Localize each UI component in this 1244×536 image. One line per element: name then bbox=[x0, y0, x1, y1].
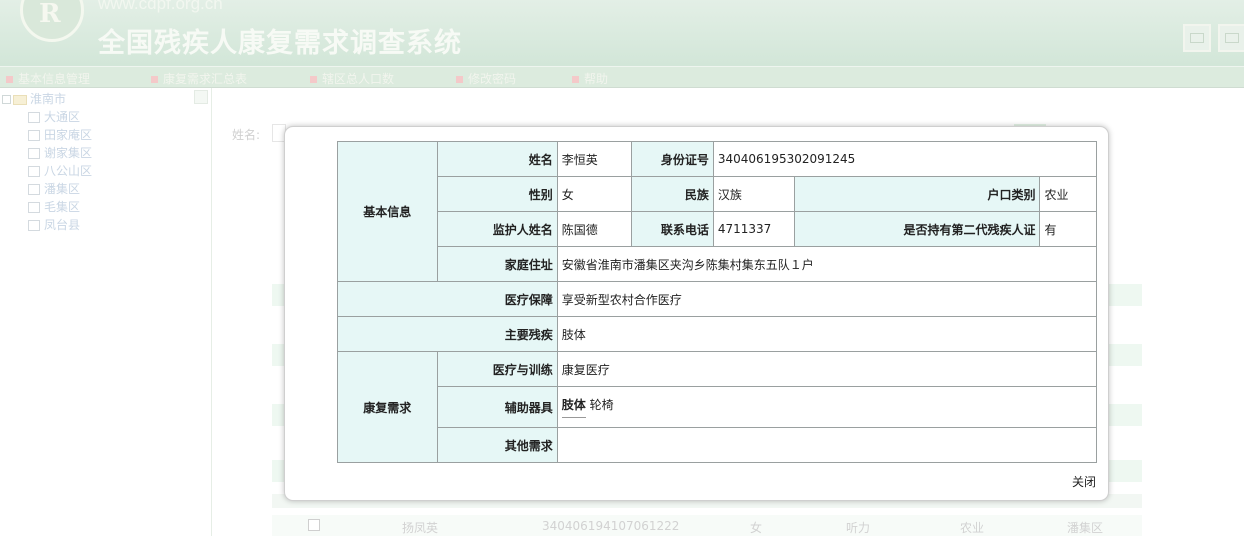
cdpf-logo: R bbox=[20, 0, 84, 42]
hukou-label: 户口类别 bbox=[793, 176, 1041, 212]
name-value: 李恒英 bbox=[556, 141, 632, 177]
device-label: 辅助器具 bbox=[436, 386, 558, 428]
bullet-icon bbox=[310, 76, 317, 83]
cell-district: 潘集区 bbox=[1067, 521, 1104, 535]
cell-name: 扬凤英 bbox=[402, 521, 439, 535]
tree-item[interactable]: 田家庵区 bbox=[28, 126, 92, 143]
bullet-icon bbox=[572, 76, 579, 83]
nav-change-password[interactable]: 修改密码 bbox=[456, 70, 516, 87]
expand-icon[interactable] bbox=[2, 95, 11, 104]
tree-item[interactable]: 凤台县 bbox=[28, 216, 80, 233]
treatment-value: 康复医疗 bbox=[556, 351, 1098, 387]
phone-label: 联系电话 bbox=[630, 211, 714, 247]
ethnic-value: 汉族 bbox=[712, 176, 796, 212]
cell-id: 340406194107061222 bbox=[542, 519, 680, 533]
page-icon bbox=[28, 184, 40, 195]
bullet-icon bbox=[151, 76, 158, 83]
cert-value: 有 bbox=[1039, 211, 1097, 247]
page-icon bbox=[28, 112, 40, 123]
region-tree: 淮南市 大通区 田家庵区 谢家集区 八公山区 潘集区 毛集区 凤台县 bbox=[0, 88, 212, 536]
hukou-value: 农业 bbox=[1039, 176, 1097, 212]
address-label: 家庭住址 bbox=[436, 246, 558, 282]
cell-gender: 女 bbox=[750, 521, 763, 535]
collapse-icon[interactable] bbox=[194, 90, 208, 104]
cell-household: 农业 bbox=[960, 521, 985, 535]
guardian-label: 监护人姓名 bbox=[436, 211, 558, 247]
row-checkbox[interactable] bbox=[308, 519, 320, 531]
id-value: 340406195302091245 bbox=[712, 141, 1098, 177]
system-icon[interactable] bbox=[1183, 24, 1211, 52]
site-url: www.cdpf.org.cn bbox=[98, 0, 223, 13]
cell-disability: 听力 bbox=[846, 521, 871, 535]
tree-root-huainan[interactable]: 淮南市 bbox=[2, 90, 66, 107]
app-header: R www.cdpf.org.cn 全国残疾人康复需求调查系统 bbox=[0, 0, 1244, 66]
window-icon[interactable] bbox=[1218, 24, 1244, 52]
gender-label: 性别 bbox=[436, 176, 558, 212]
page-icon bbox=[28, 220, 40, 231]
phone-value: 4711337 bbox=[712, 211, 796, 247]
device-cell: 肢体 轮椅 bbox=[556, 386, 1098, 428]
folder-icon bbox=[13, 94, 27, 105]
bullet-icon bbox=[6, 76, 13, 83]
tree-item[interactable]: 八公山区 bbox=[28, 162, 92, 179]
tree-item[interactable]: 大通区 bbox=[28, 108, 80, 125]
cert-label: 是否持有第二代残疾人证 bbox=[793, 211, 1041, 247]
person-detail-table: 基本信息 姓名 李恒英 身份证号 340406195302091245 性别 女… bbox=[337, 141, 1098, 463]
address-value: 安徽省淮南市潘集区夹沟乡陈集村集东五队１户 bbox=[556, 246, 1098, 282]
tree-item[interactable]: 毛集区 bbox=[28, 198, 80, 215]
site-title: 全国残疾人康复需求调查系统 bbox=[98, 28, 462, 59]
name-label: 姓名 bbox=[436, 141, 558, 177]
gender-value: 女 bbox=[556, 176, 632, 212]
page-icon bbox=[28, 130, 40, 141]
other-value bbox=[556, 427, 1098, 463]
close-button[interactable]: 关闭 bbox=[1072, 473, 1096, 490]
device-value: 轮椅 bbox=[589, 398, 614, 412]
nav-rehab-summary[interactable]: 康复需求汇总表 bbox=[151, 70, 247, 87]
page-icon bbox=[28, 148, 40, 159]
treatment-label: 医疗与训练 bbox=[436, 351, 558, 387]
page-icon bbox=[28, 166, 40, 177]
group-basic-info: 基本信息 bbox=[337, 141, 438, 282]
person-detail-dialog: 基本信息 姓名 李恒英 身份证号 340406195302091245 性别 女… bbox=[284, 126, 1109, 501]
tree-item[interactable]: 潘集区 bbox=[28, 180, 80, 197]
medical-label: 医疗保障 bbox=[337, 281, 558, 317]
nav-basic-info[interactable]: 基本信息管理 bbox=[6, 70, 90, 87]
nav-help[interactable]: 帮助 bbox=[572, 70, 608, 87]
other-label: 其他需求 bbox=[436, 427, 558, 463]
group-rehab-needs: 康复需求 bbox=[337, 351, 438, 463]
medical-value: 享受新型农村合作医疗 bbox=[556, 281, 1098, 317]
disability-label: 主要残疾 bbox=[337, 316, 558, 352]
disability-value: 肢体 bbox=[556, 316, 1098, 352]
table-row[interactable]: 扬凤英 340406194107061222 女 听力 农业 潘集区 bbox=[272, 515, 1142, 536]
nav-population[interactable]: 辖区总人口数 bbox=[310, 70, 394, 87]
bullet-icon bbox=[456, 76, 463, 83]
ethnic-label: 民族 bbox=[630, 176, 714, 212]
tree-item[interactable]: 谢家集区 bbox=[28, 144, 92, 161]
id-label: 身份证号 bbox=[630, 141, 714, 177]
search-name-label: 姓名: bbox=[232, 128, 261, 142]
guardian-value: 陈国德 bbox=[556, 211, 632, 247]
main-nav: 基本信息管理 康复需求汇总表 辖区总人口数 修改密码 帮助 bbox=[0, 66, 1244, 88]
device-category: 肢体 bbox=[561, 396, 586, 418]
page-icon bbox=[28, 202, 40, 213]
logo-letter: R bbox=[39, 0, 61, 29]
